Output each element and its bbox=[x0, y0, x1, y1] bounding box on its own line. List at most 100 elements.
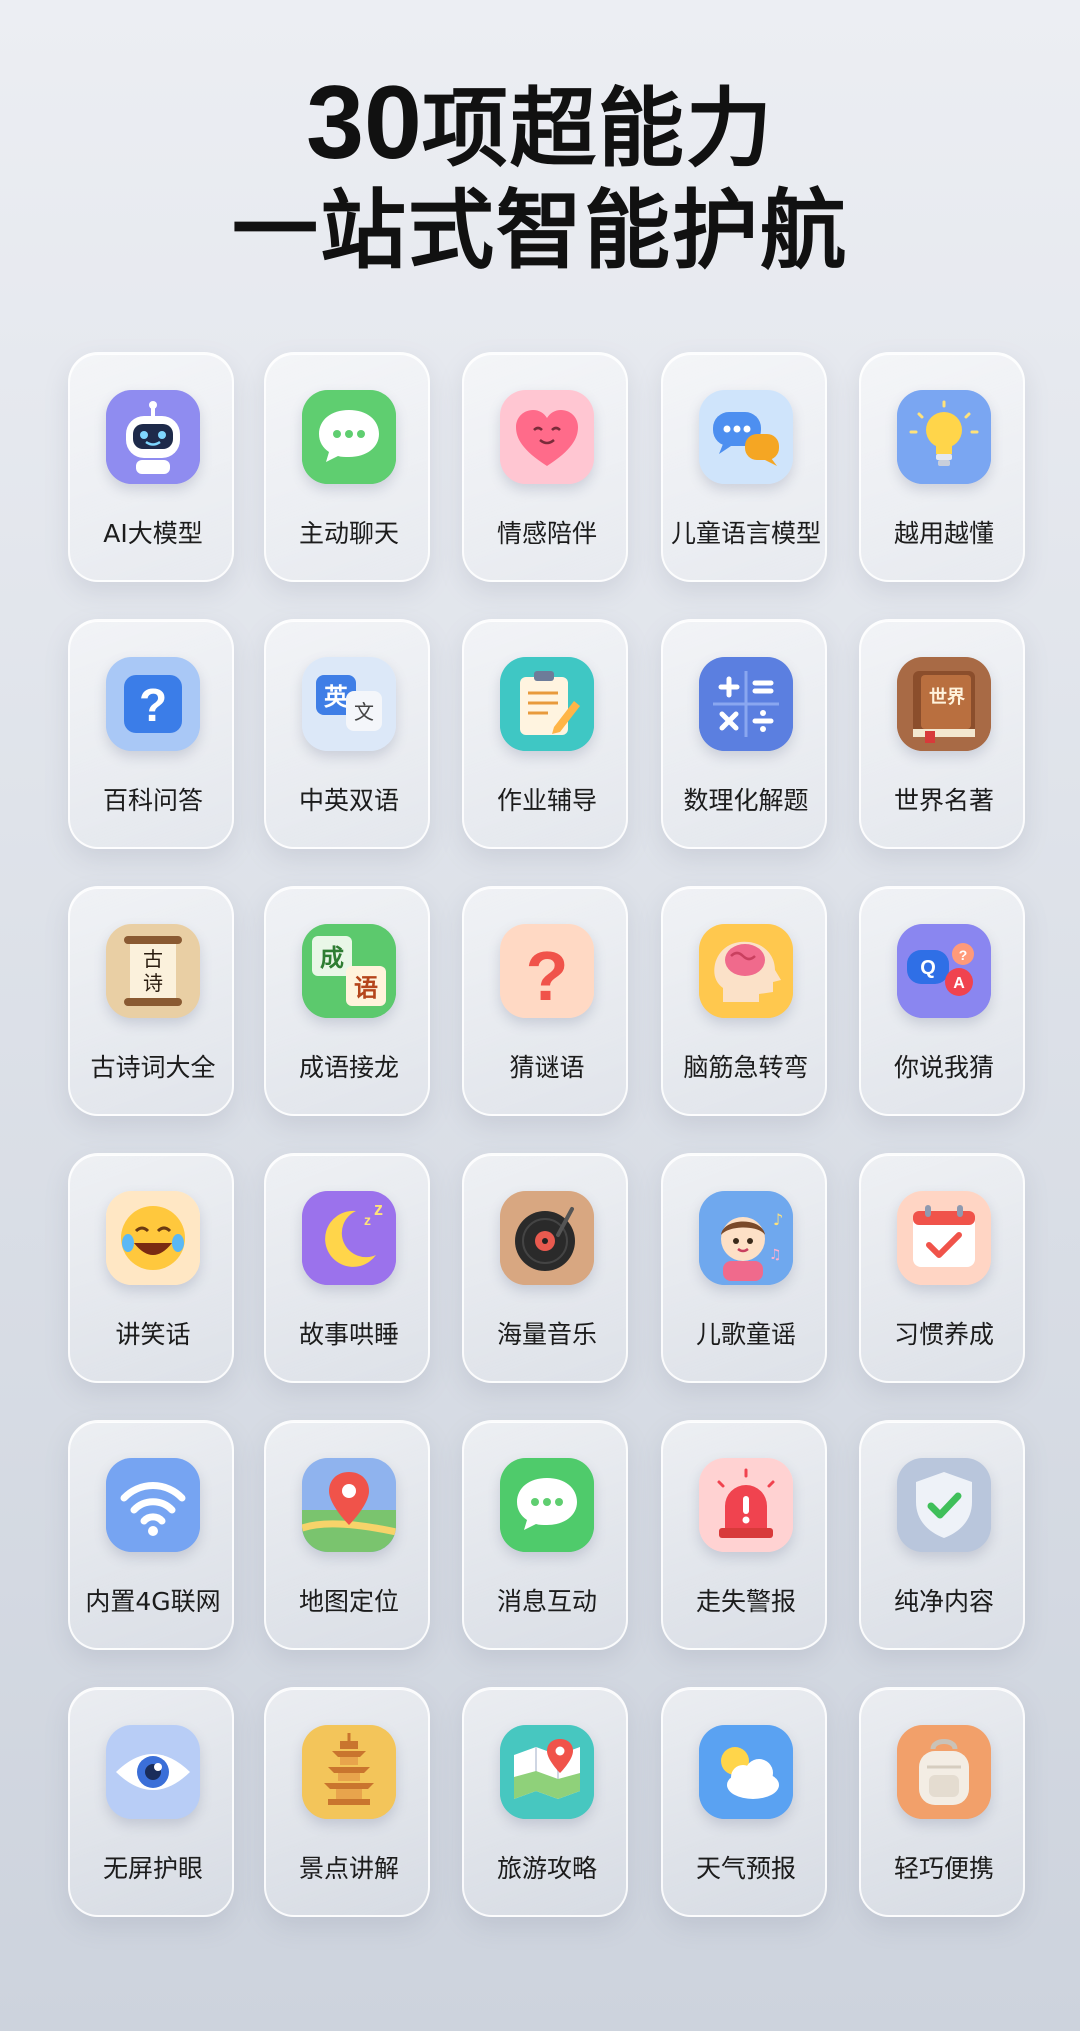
scroll-icon: 古诗 bbox=[106, 924, 200, 1018]
speech-bubbles-icon bbox=[699, 390, 793, 484]
feature-label: 地图定位 bbox=[298, 1587, 399, 1616]
feature-label: AI大模型 bbox=[103, 519, 203, 548]
feature-label: 故事哄睡 bbox=[298, 1320, 399, 1349]
feature-card-27[interactable]: 景点讲解 bbox=[264, 1687, 430, 1917]
svg-text:♫: ♫ bbox=[769, 1247, 782, 1263]
feature-label: 内置4G联网 bbox=[85, 1587, 221, 1616]
svg-text:Q: Q bbox=[920, 957, 936, 979]
feature-card-18[interactable]: 海量音乐 bbox=[462, 1153, 628, 1383]
brain-icon bbox=[699, 924, 793, 1018]
feature-label: 景点讲解 bbox=[298, 1854, 399, 1883]
feature-card-30[interactable]: 轻巧便携 bbox=[859, 1687, 1025, 1917]
eye-icon bbox=[106, 1725, 200, 1819]
svg-text:z: z bbox=[374, 1199, 383, 1219]
feature-label: 讲笑话 bbox=[115, 1320, 191, 1349]
feature-card-4[interactable]: 儿童语言模型 bbox=[661, 352, 827, 582]
feature-label: 轻巧便携 bbox=[893, 1854, 994, 1883]
shield-check-icon bbox=[897, 1458, 991, 1552]
moon-icon: zz bbox=[302, 1191, 396, 1285]
vinyl-record-icon bbox=[500, 1191, 594, 1285]
svg-text:?: ? bbox=[526, 937, 569, 1015]
feature-label: 脑筋急转弯 bbox=[683, 1053, 809, 1082]
translate-icon: 英文 bbox=[302, 657, 396, 751]
feature-label: 你说我猜 bbox=[893, 1053, 994, 1082]
feature-card-14[interactable]: 脑筋急转弯 bbox=[661, 886, 827, 1116]
feature-label: 主动聊天 bbox=[298, 519, 399, 548]
feature-card-22[interactable]: 地图定位 bbox=[264, 1420, 430, 1650]
feature-card-24[interactable]: 走失警报 bbox=[661, 1420, 827, 1650]
svg-text:世界: 世界 bbox=[929, 687, 965, 708]
feature-card-26[interactable]: 无屏护眼 bbox=[68, 1687, 234, 1917]
weather-icon bbox=[699, 1725, 793, 1819]
calculator-icon bbox=[699, 657, 793, 751]
feature-label: 世界名著 bbox=[893, 786, 994, 815]
feature-card-6[interactable]: ? 百科问答 bbox=[68, 619, 234, 849]
feature-label: 中英双语 bbox=[298, 786, 399, 815]
feature-label: 无屏护眼 bbox=[102, 1854, 203, 1883]
feature-card-19[interactable]: ♪ ♫ 儿歌童谣 bbox=[661, 1153, 827, 1383]
feature-label: 天气预报 bbox=[695, 1854, 796, 1883]
map-pin-icon bbox=[302, 1458, 396, 1552]
feature-card-8[interactable]: 作业辅导 bbox=[462, 619, 628, 849]
svg-text:?: ? bbox=[959, 947, 968, 963]
robot-icon bbox=[106, 390, 200, 484]
svg-text:古: 古 bbox=[143, 947, 163, 971]
feature-card-25[interactable]: 纯净内容 bbox=[859, 1420, 1025, 1650]
feature-card-3[interactable]: 情感陪伴 bbox=[462, 352, 628, 582]
map-icon bbox=[500, 1725, 594, 1819]
feature-label: 旅游攻略 bbox=[496, 1854, 597, 1883]
wifi-icon bbox=[106, 1458, 200, 1552]
svg-text:成: 成 bbox=[320, 944, 344, 972]
feature-card-9[interactable]: 数理化解题 bbox=[661, 619, 827, 849]
feature-card-1[interactable]: AI大模型 bbox=[68, 352, 234, 582]
calendar-check-icon bbox=[897, 1191, 991, 1285]
svg-text:文: 文 bbox=[354, 700, 374, 724]
svg-text:A: A bbox=[953, 975, 965, 992]
question-box-icon: ? bbox=[106, 657, 200, 751]
svg-text:?: ? bbox=[139, 679, 167, 731]
qa-bubbles-icon: Q? A bbox=[897, 924, 991, 1018]
feature-card-16[interactable]: 讲笑话 bbox=[68, 1153, 234, 1383]
feature-card-17[interactable]: z z 故事哄睡 bbox=[264, 1153, 430, 1383]
alarm-siren-icon bbox=[699, 1458, 793, 1552]
feature-card-21[interactable]: 内置4G联网 bbox=[68, 1420, 234, 1650]
feature-card-5[interactable]: 越用越懂 bbox=[859, 352, 1025, 582]
feature-card-13[interactable]: ? 猜谜语 bbox=[462, 886, 628, 1116]
lightbulb-icon bbox=[897, 390, 991, 484]
feature-label: 情感陪伴 bbox=[496, 519, 597, 548]
message-bubble-icon bbox=[500, 1458, 594, 1552]
idiom-cards-icon: 成语 bbox=[302, 924, 396, 1018]
feature-card-23[interactable]: 消息互动 bbox=[462, 1420, 628, 1650]
feature-card-20[interactable]: 习惯养成 bbox=[859, 1153, 1025, 1383]
heart-face-icon bbox=[500, 390, 594, 484]
feature-card-2[interactable]: 主动聊天 bbox=[264, 352, 430, 582]
feature-label: 古诗词大全 bbox=[90, 1053, 216, 1082]
feature-label: 越用越懂 bbox=[893, 519, 994, 548]
feature-card-7[interactable]: 英文中英双语 bbox=[264, 619, 430, 849]
svg-text:英: 英 bbox=[324, 683, 349, 711]
feature-label: 儿歌童谣 bbox=[695, 1320, 796, 1349]
feature-card-12[interactable]: 成语成语接龙 bbox=[264, 886, 430, 1116]
child-singing-icon: ♪ ♫ bbox=[699, 1191, 793, 1285]
feature-label: 儿童语言模型 bbox=[670, 519, 821, 548]
feature-card-29[interactable]: 天气预报 bbox=[661, 1687, 827, 1917]
svg-text:语: 语 bbox=[354, 974, 378, 1002]
feature-label: 消息互动 bbox=[496, 1587, 597, 1616]
feature-label: 走失警报 bbox=[695, 1587, 796, 1616]
svg-text:♪: ♪ bbox=[773, 1210, 783, 1229]
clipboard-pencil-icon bbox=[500, 657, 594, 751]
backpack-icon bbox=[897, 1725, 991, 1819]
svg-text:诗: 诗 bbox=[143, 971, 163, 995]
feature-label: 习惯养成 bbox=[893, 1320, 994, 1349]
feature-label: 数理化解题 bbox=[683, 786, 809, 815]
feature-label: 纯净内容 bbox=[893, 1587, 994, 1616]
laughing-emoji-icon bbox=[106, 1191, 200, 1285]
svg-text:z: z bbox=[364, 1212, 371, 1228]
feature-card-28[interactable]: 旅游攻略 bbox=[462, 1687, 628, 1917]
feature-grid: AI大模型 主动聊天 情感陪伴 儿童语言模型 越用越懂? 百科问答英文中英双语 作业辅导 数理… bbox=[0, 0, 1080, 2031]
feature-label: 海量音乐 bbox=[496, 1320, 597, 1349]
question-mark-icon: ? bbox=[500, 924, 594, 1018]
feature-card-15[interactable]: Q? A 你说我猜 bbox=[859, 886, 1025, 1116]
feature-card-10[interactable]: 世界世界名著 bbox=[859, 619, 1025, 849]
feature-card-11[interactable]: 古诗古诗词大全 bbox=[68, 886, 234, 1116]
